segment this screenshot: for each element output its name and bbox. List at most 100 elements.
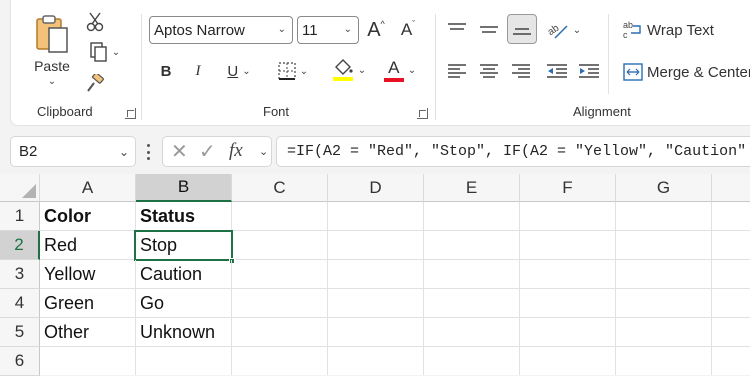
italic-icon: I [195,62,201,79]
cell-b1[interactable]: Status [136,202,232,231]
row-header-5[interactable]: 5 [0,318,40,347]
formula-bar-more-icon[interactable] [146,144,150,160]
paste-button[interactable]: Paste ⌄ [25,8,79,92]
copy-button[interactable]: ⌄ [83,40,127,64]
cell-a5[interactable]: Other [40,318,136,347]
cell-b3[interactable]: Caution [136,260,232,289]
chevron-down-icon: ⌄ [47,75,57,87]
chevron-down-icon: ⌄ [357,64,367,76]
column-header-a[interactable]: A [40,174,136,202]
underline-icon: U [227,62,239,80]
group-divider [141,14,142,120]
wrap-text-label: Wrap Text [647,21,714,39]
align-center-button[interactable] [475,58,503,84]
align-left-button[interactable] [443,58,471,84]
borders-button[interactable]: ⌄ [271,58,315,84]
svg-text:c: c [623,30,628,40]
cell-a4[interactable]: Green [40,289,136,318]
increase-indent-button[interactable] [575,58,603,84]
row-header-3[interactable]: 3 [0,260,40,289]
font-name-select[interactable]: Aptos Narrow ⌄ [149,16,293,44]
cell-b2-active[interactable]: Stop [134,230,233,261]
name-box[interactable]: B2 ⌄ [10,136,136,167]
name-box-value: B2 [19,143,38,160]
column-header-e[interactable]: E [424,174,520,202]
row-header-4[interactable]: 4 [0,289,40,318]
top-align-icon [448,23,466,30]
worksheet-grid[interactable]: A B C D E F G 1 2 3 4 5 6 Color Status R… [0,174,750,376]
chevron-down-icon: ⌄ [118,145,129,159]
row-header-6[interactable]: 6 [0,347,40,376]
orientation-icon: ab [547,22,568,39]
cell-a3[interactable]: Yellow [40,260,136,289]
paste-label: Paste [34,57,70,74]
font-color-swatch [383,77,404,82]
cancel-icon[interactable]: ✕ [171,139,188,164]
row-header-2[interactable]: 2 [0,231,40,260]
chevron-down-icon: ⌄ [111,46,121,58]
format-painter-icon [87,74,104,92]
chevron-down-icon: ⌄ [407,64,417,76]
cell-a1[interactable]: Color [40,202,136,231]
font-size-value: 11 [302,21,318,39]
paste-icon [36,14,68,53]
middle-align-icon [480,26,498,33]
align-left-icon [448,64,466,78]
column-header-b[interactable]: B [136,174,232,202]
select-all-triangle-icon [22,184,36,198]
alignment-group-label: Alignment [573,104,631,119]
underline-button[interactable]: U ⌄ [217,58,261,84]
clipboard-dialog-launcher-icon[interactable] [125,108,136,119]
decrease-indent-button[interactable] [543,58,571,84]
chevron-down-icon[interactable]: ⌄ [259,145,268,158]
shrink-font-button[interactable]: Aˇ [395,16,421,44]
formula-input[interactable]: =IF(A2 = "Red", "Stop", IF(A2 = "Yellow"… [276,136,750,167]
font-name-value: Aptos Narrow [154,21,245,39]
chevron-down-icon: ⌄ [299,65,309,77]
shrink-font-icon: A [400,20,413,39]
font-group-label: Font [263,104,290,119]
fill-color-button[interactable]: ⌄ [325,56,373,84]
column-header-d[interactable]: D [328,174,424,202]
wrap-text-icon: abc [623,20,641,40]
group-divider [435,14,436,120]
wrap-text-button[interactable]: ab c Wrap Text [623,16,750,44]
column-header-c[interactable]: C [232,174,328,202]
cut-button[interactable] [83,10,107,34]
column-header-f[interactable]: F [520,174,616,202]
bold-button[interactable]: B [153,58,179,84]
select-all-corner[interactable] [0,174,40,202]
chevron-down-icon: ⌄ [277,24,286,35]
chevron-down-icon: ⌄ [572,24,582,36]
format-painter-button[interactable] [83,72,107,96]
grow-font-button[interactable]: A ^ [363,16,389,44]
merge-center-label: Merge & Center [647,63,750,81]
align-right-button[interactable] [507,58,535,84]
align-center-icon [480,64,498,78]
merge-center-icon [623,63,643,81]
chevron-down-icon: ⌄ [242,65,251,77]
formula-text: =IF(A2 = "Red", "Stop", IF(A2 = "Yellow"… [287,143,747,160]
chevron-down-icon: ⌄ [343,24,352,35]
cell-a2[interactable]: Red [40,231,136,260]
column-header-h[interactable] [712,174,750,202]
bottom-align-button[interactable] [507,14,537,44]
middle-align-button[interactable] [475,16,503,44]
align-right-icon [512,64,530,78]
font-size-select[interactable]: 11 ⌄ [297,16,359,44]
orientation-button[interactable]: ab ⌄ [543,16,585,44]
italic-button[interactable]: I [185,58,211,84]
cell-b5[interactable]: Unknown [136,318,232,347]
enter-icon[interactable]: ✓ [199,139,216,164]
decrease-indent-icon [547,64,567,78]
column-header-g[interactable]: G [616,174,712,202]
insert-function-icon[interactable]: fx [229,140,243,162]
ribbon: Paste ⌄ ⌄ Clipboard Aptos Narrow ⌄ 11 ⌄ … [10,0,750,126]
top-align-button[interactable] [443,16,471,44]
cell-b4[interactable]: Go [136,289,232,318]
merge-center-button[interactable]: Merge & Center [623,58,750,86]
group-divider [608,14,609,94]
font-color-button[interactable]: A ⌄ [375,56,425,84]
row-header-1[interactable]: 1 [0,202,40,231]
font-dialog-launcher-icon[interactable] [417,108,428,119]
